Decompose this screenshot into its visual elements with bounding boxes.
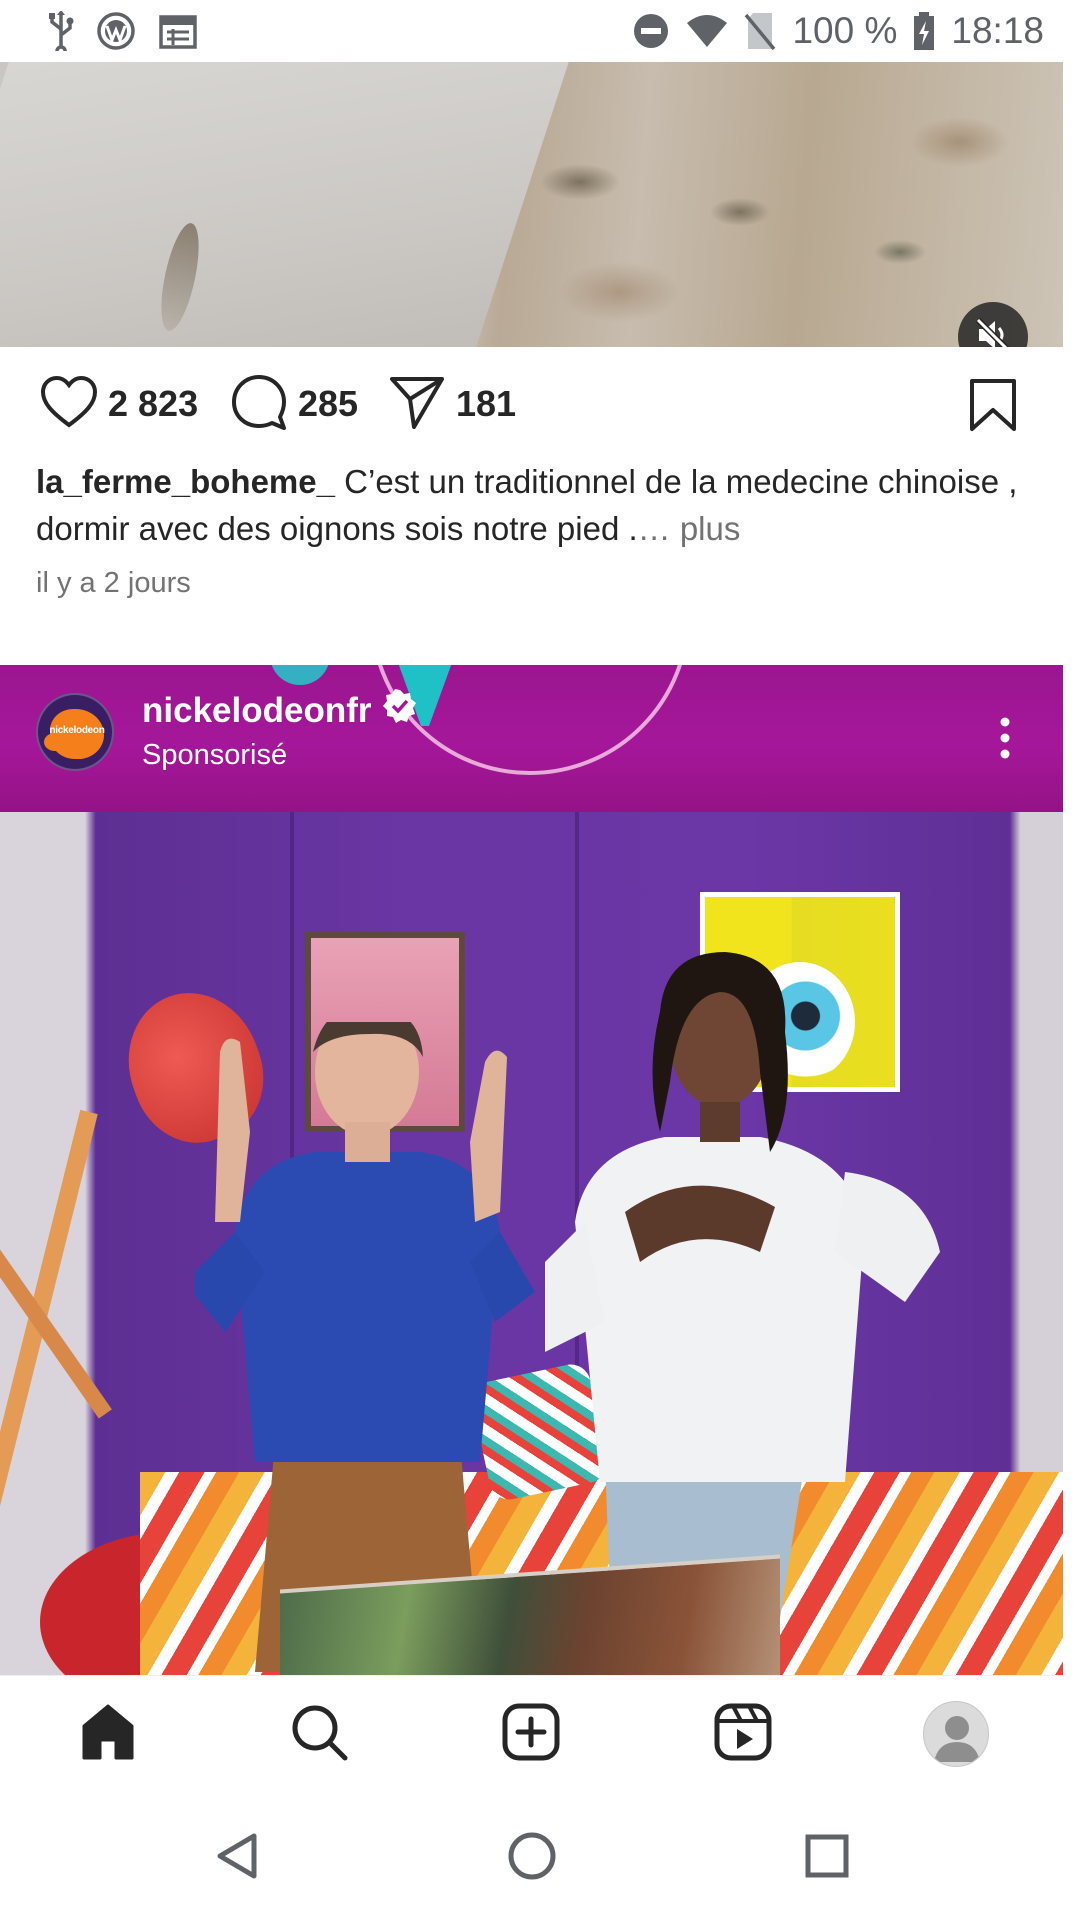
reels-icon [713,1702,773,1767]
usb-icon [48,11,74,51]
battery-percentage: 100 % [792,10,898,51]
nav-profile[interactable] [920,1698,992,1770]
volume-off-icon [974,316,1012,347]
bookmark-icon [968,379,1018,436]
comment-button[interactable]: 285 [230,372,358,436]
cloth-photo-detail [0,62,576,347]
clock: 18:18 [951,10,1044,51]
nav-home[interactable] [72,1698,144,1770]
avatar-logo-text: nickelodeon [49,725,105,736]
heart-icon [40,375,98,434]
create-icon [501,1702,561,1767]
system-recents-button[interactable] [792,1823,862,1893]
sponsored-post-header: nickelodeon nickelodeonfr Sponsorisé [0,665,1063,812]
nav-reels[interactable] [707,1698,779,1770]
caption-more-link[interactable]: … plus [638,510,741,547]
system-navigation [0,1793,1080,1920]
caption-username[interactable]: la_ferme_boheme_ [36,463,335,500]
do-not-disturb-icon [632,12,670,50]
back-icon [214,1832,260,1885]
comment-icon [230,373,288,436]
right-edge-gap [1063,62,1080,1793]
home-icon [78,1702,138,1767]
post-options-button[interactable] [990,705,1020,775]
bottom-navigation [0,1675,1063,1793]
account-username[interactable]: nickelodeonfr [142,691,371,731]
send-icon [388,375,446,434]
account-avatar[interactable]: nickelodeon [36,693,114,771]
like-button[interactable]: 2 823 [40,372,198,436]
wifi-icon [686,13,728,49]
previous-post-media[interactable] [0,62,1063,347]
account-name[interactable]: nickelodeonfr [142,689,417,732]
sponsored-video[interactable] [0,812,1063,1675]
search-icon [289,1702,349,1767]
share-count: 181 [456,383,517,424]
recents-icon [805,1834,849,1883]
home-circle-icon [507,1831,557,1886]
system-back-button[interactable] [202,1823,272,1893]
profile-icon [923,1701,989,1767]
system-home-button[interactable] [497,1823,567,1893]
post-caption[interactable]: la_ferme_boheme_ C’est un traditionnel d… [36,458,1036,552]
mute-button[interactable] [958,302,1028,347]
share-button[interactable]: 181 [388,372,516,436]
header-graphic-teal [270,665,330,685]
like-count: 2 823 [108,383,199,424]
nav-search[interactable] [283,1698,355,1770]
wordpress-icon [96,11,136,51]
post-timestamp: il y a 2 jours [36,567,191,599]
nav-create[interactable] [495,1698,567,1770]
more-vertical-icon [1000,717,1010,764]
no-sim-icon [744,11,776,51]
post-actions: 2 823 285 181 [0,372,1063,436]
sponsored-label: Sponsorisé [142,739,288,771]
calendar-icon [158,12,198,50]
comment-count: 285 [298,383,359,424]
status-bar: 100 % 18:18 [0,0,1080,62]
save-button[interactable] [968,378,1018,437]
verified-badge-icon [383,689,417,732]
battery-charging-icon [913,11,935,51]
